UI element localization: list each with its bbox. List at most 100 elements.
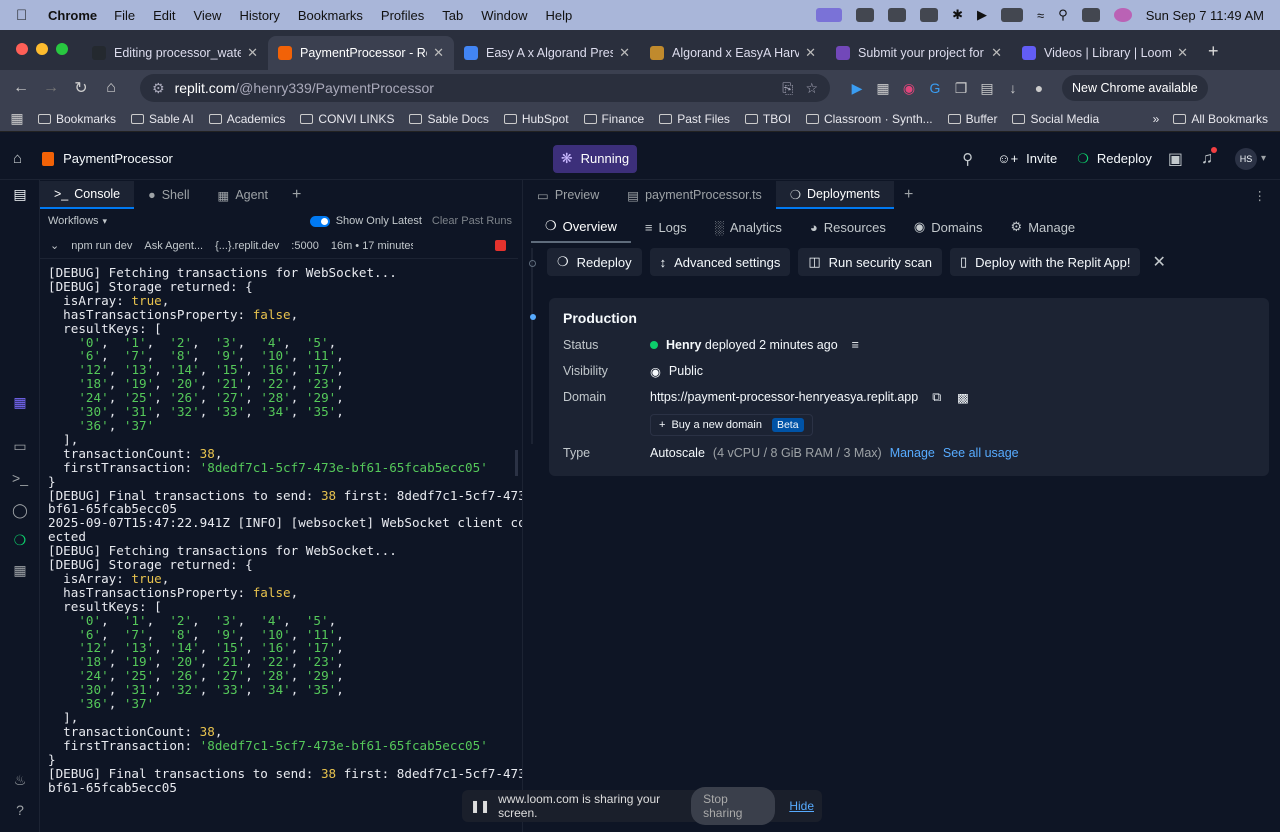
bookmark-item[interactable]: CONVI LINKS [300,112,394,126]
pane-resize-handle[interactable] [515,450,518,476]
user-avatar[interactable]: HS [1234,147,1257,170]
tab-search-icon[interactable]: ▤ [974,80,1000,97]
see-all-usage-link[interactable]: See all usage [943,446,1019,460]
profile-avatar-icon[interactable]: ● [1026,80,1052,96]
bookmark-item[interactable]: Finance [583,112,644,126]
subtab-overview[interactable]: ❍ Overview [531,211,631,243]
more-options-icon[interactable]: ⋮ [1254,188,1267,203]
home-icon[interactable]: ⌂ [96,79,126,97]
visibility-value[interactable]: Public [669,364,703,378]
close-tab-icon[interactable]: ✕ [805,45,816,61]
close-tab-icon[interactable]: ✕ [619,45,630,61]
bookmark-item[interactable]: Buffer [947,112,997,126]
menu-bookmarks[interactable]: Bookmarks [298,8,363,23]
bookmark-item[interactable]: Classroom · Synth... [805,112,933,126]
bluetooth-icon[interactable]: ✱ [952,7,963,23]
play-icon[interactable]: ▶ [977,7,987,23]
browser-tab[interactable]: Algorand x EasyA Harvard ✕ [640,36,826,70]
bookmark-item[interactable]: Sable AI [131,112,194,126]
browser-tab[interactable]: PaymentProcessor - Repl ✕ [268,36,454,70]
close-tab-icon[interactable]: ✕ [1177,45,1188,61]
deploy-icon[interactable]: ❍ [10,532,30,552]
zoom-window-button[interactable] [56,43,68,55]
tab-preview[interactable]: ▭ Preview [523,181,613,209]
chevron-down-icon[interactable]: ⌄ [50,239,59,252]
close-icon[interactable]: ✕ [1152,252,1165,272]
minimize-window-button[interactable] [36,43,48,55]
apple-icon[interactable]:  [16,7,36,24]
chevron-down-icon[interactable]: ▾ [103,216,108,227]
close-tab-icon[interactable]: ✕ [991,45,1002,61]
advanced-settings-button[interactable]: ↕ Advanced settings [649,248,791,276]
v-icon[interactable] [920,8,939,22]
bookmark-item[interactable]: Sable Docs [409,112,489,126]
subtab-resources[interactable]: ◕ Resources [796,211,900,243]
download-icon[interactable]: ↓ [1000,80,1026,96]
browser-tab[interactable]: Editing processor_waterf ✕ [82,36,268,70]
extension-record-icon[interactable]: ◉ [896,80,922,97]
close-tab-icon[interactable]: ✕ [247,45,258,61]
menu-help[interactable]: Help [546,8,573,23]
redeploy-button[interactable]: ❍ Redeploy [547,248,642,276]
bookmark-item[interactable]: HubSpot [503,112,569,126]
share-icon[interactable]: ▣ [1168,149,1183,169]
menu-profiles[interactable]: Profiles [381,8,424,23]
search-icon[interactable]: ⚲ [962,150,973,168]
list-icon[interactable]: ≡ [852,338,859,352]
copy-icon[interactable]: ⧉ [932,390,941,405]
ask-agent-button[interactable]: Ask Agent... [144,240,203,252]
wifi-icon[interactable]: ≈ [1037,8,1044,23]
bookmark-item[interactable]: Past Files [659,112,730,126]
tab-deployments[interactable]: ❍ Deployments [775,181,894,209]
dev-domain-link[interactable]: {...}.replit.dev [215,240,279,252]
add-tab-button[interactable]: + [292,186,301,204]
workflows-dropdown[interactable]: Workflows [48,215,99,227]
add-tab-button[interactable]: + [904,186,913,204]
address-bar[interactable]: ⚙ replit.com/@henry339/PaymentProcessor … [140,74,830,102]
stop-button[interactable] [495,240,506,251]
manage-link[interactable]: Manage [890,446,935,460]
subtab-manage[interactable]: ⚙ Manage [997,211,1090,243]
extension-grammarly-icon[interactable]: G [922,80,948,96]
screen-share-icon[interactable] [816,8,843,22]
files-icon[interactable]: ▤ [10,186,30,206]
more-tools-icon[interactable]: ▦ [10,562,30,582]
notifications-icon[interactable]: ♫ [1201,146,1217,168]
site-info-icon[interactable]: ⚙ [152,80,165,97]
hide-button[interactable]: Hide [789,799,814,813]
control-center-icon[interactable] [1081,8,1100,22]
app-menu-chrome[interactable]: Chrome [48,8,97,23]
menu-tab[interactable]: Tab [442,8,463,23]
tab-agent[interactable]: ▦ Agent [204,181,282,209]
menu-view[interactable]: View [193,8,221,23]
tab-shell[interactable]: ● Shell [134,181,203,209]
extensions-puzzle-icon[interactable]: ❐ [948,80,974,97]
redeploy-header-button[interactable]: ❍ Redeploy [1067,145,1162,173]
run-security-scan-button[interactable]: ◫ Run security scan [798,248,942,276]
bookmark-item[interactable]: TBOI [744,112,791,126]
domain-link[interactable]: https://payment-processor-henryeasya.rep… [650,390,918,404]
browser-tab[interactable]: Submit your project for th ✕ [826,36,1012,70]
battery-icon[interactable] [1001,8,1024,22]
new-tab-button[interactable]: + [1208,41,1219,62]
extension-play-icon[interactable]: ▶ [844,80,870,97]
buy-domain-button[interactable]: + Buy a new domain Beta [650,414,813,436]
run-button[interactable]: ❋ Running [552,144,638,173]
bookmarks-overflow-icon[interactable]: » [1153,112,1160,126]
show-only-latest-toggle[interactable] [309,215,330,227]
back-icon[interactable]: ← [6,79,36,97]
siri-icon[interactable] [1113,8,1132,22]
tab-console[interactable]: >_ Console [40,181,135,209]
bookmark-item[interactable]: Academics [208,112,285,126]
search-icon[interactable]: ⚲ [1058,7,1068,23]
new-chrome-available-button[interactable]: New Chrome available [1062,75,1208,101]
bookmark-item[interactable]: Social Media [1012,112,1099,126]
tab-payment-processor-ts[interactable]: ▤ paymentProcessor.ts [613,181,776,209]
subtab-domains[interactable]: ◉ Domains [900,211,997,243]
browser-tab[interactable]: Easy A x Algorand Presen ✕ [454,36,640,70]
qr-code-icon[interactable]: ▩ [957,390,969,405]
reload-icon[interactable]: ↻ [66,78,96,98]
chevron-down-icon[interactable]: ▾ [1261,153,1266,164]
pause-icon[interactable]: ❚❚ [470,799,490,813]
deploy-replit-app-button[interactable]: ▯ Deploy with the Replit App! [949,248,1141,276]
